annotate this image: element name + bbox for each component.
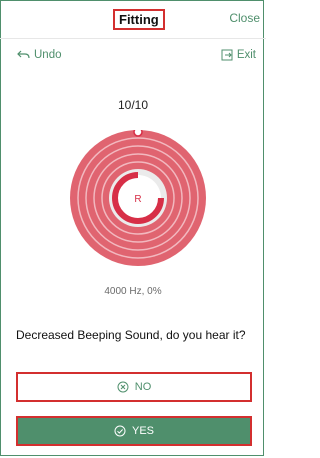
undo-arrow-icon: [17, 50, 30, 60]
yes-label: YES: [131, 425, 154, 437]
frequency-reading: 4000 Hz, 0%: [104, 286, 162, 297]
header-divider: [0, 38, 266, 39]
undo-label: Undo: [34, 49, 62, 61]
page-title: Fitting: [113, 9, 165, 30]
hearing-question: Decreased Beeping Sound, do you hear it?: [16, 328, 246, 342]
exit-icon: [221, 49, 233, 61]
top-bar: Fitting Close: [0, 0, 266, 38]
exit-button[interactable]: Exit: [221, 49, 256, 61]
hearing-rings: R: [70, 127, 206, 266]
no-button[interactable]: NO: [16, 372, 252, 402]
yes-button[interactable]: YES: [16, 416, 252, 446]
close-button[interactable]: Close: [229, 11, 260, 25]
check-circle-icon: [114, 425, 126, 437]
no-label: NO: [134, 381, 152, 393]
test-progress: 10/10: [117, 98, 149, 112]
x-circle-icon: [117, 381, 129, 393]
exit-label: Exit: [236, 49, 256, 61]
ear-label: R: [134, 194, 141, 205]
undo-button[interactable]: Undo: [17, 49, 62, 61]
